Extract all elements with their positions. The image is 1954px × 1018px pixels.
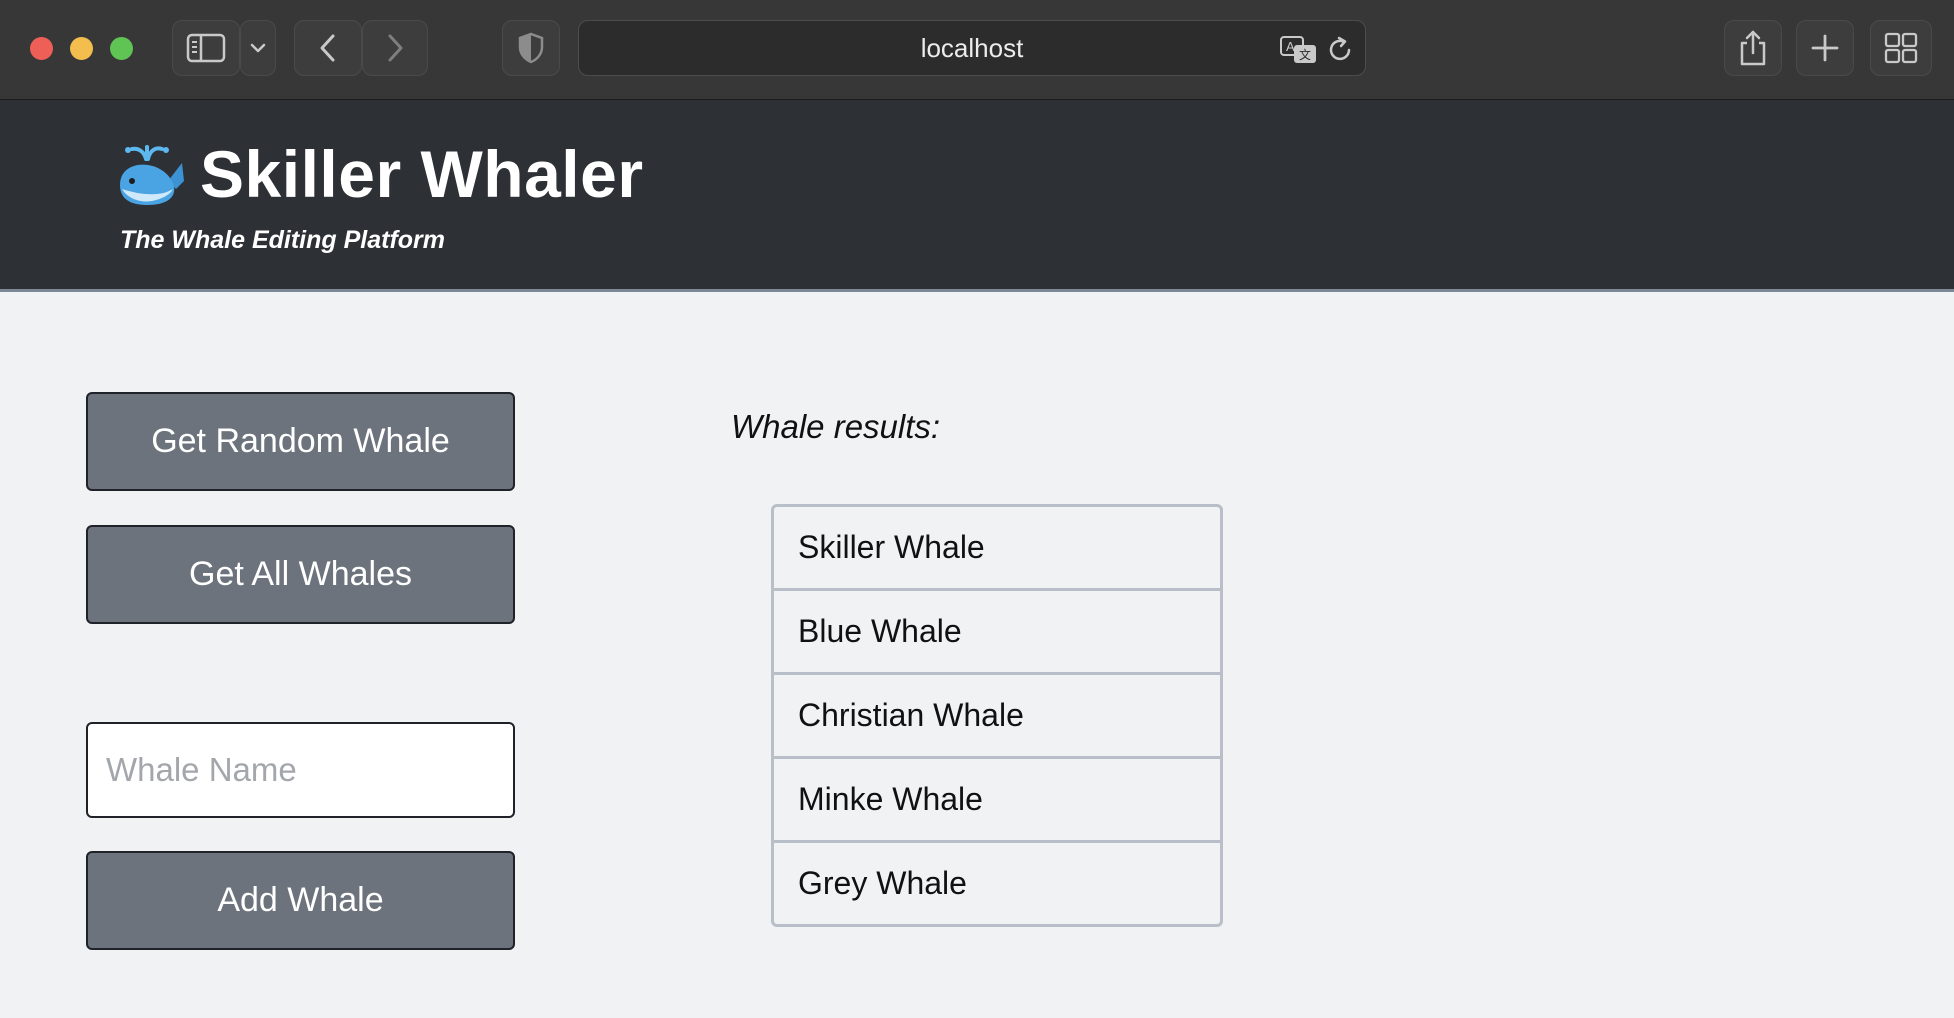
reload-icon[interactable]: [1327, 35, 1355, 65]
close-window-button[interactable]: [30, 37, 53, 60]
list-item: Blue Whale: [774, 588, 1220, 672]
shield-icon: [518, 32, 544, 64]
address-text: localhost: [920, 32, 1024, 63]
whale-results-list: Skiller Whale Blue Whale Christian Whale…: [771, 504, 1223, 927]
chevron-down-icon: [250, 43, 266, 53]
svg-text:A: A: [1286, 39, 1295, 54]
results-heading: Whale results:: [731, 408, 941, 445]
sidebar-icon: [186, 33, 226, 63]
sidebar-toggle-button[interactable]: [172, 20, 240, 76]
privacy-report-button[interactable]: [502, 20, 560, 76]
share-icon: [1740, 30, 1766, 66]
brand: Skiller Whaler: [116, 136, 644, 212]
tab-overview-button[interactable]: [1870, 20, 1932, 76]
add-whale-button[interactable]: Add Whale: [86, 851, 515, 950]
plus-icon: [1811, 34, 1839, 62]
list-item: Christian Whale: [774, 672, 1220, 756]
app-header: Skiller Whaler The Whale Editing Platfor…: [0, 100, 1954, 292]
address-bar[interactable]: localhost A 文: [578, 20, 1366, 76]
forward-button[interactable]: [362, 20, 428, 76]
whale-name-input[interactable]: [86, 722, 515, 818]
zoom-window-button[interactable]: [110, 37, 133, 60]
whale-emoji-icon: [120, 145, 184, 205]
chevron-left-icon: [320, 34, 335, 62]
get-all-whales-button[interactable]: Get All Whales: [86, 525, 515, 624]
list-item: Skiller Whale: [798, 529, 985, 565]
chevron-right-icon: [388, 34, 403, 62]
list-item: Minke Whale: [774, 756, 1220, 840]
translate-icon[interactable]: A 文: [1279, 35, 1319, 65]
share-button[interactable]: [1724, 20, 1782, 76]
sidebar-menu-button[interactable]: [240, 20, 276, 76]
new-tab-button[interactable]: [1796, 20, 1854, 76]
svg-text:文: 文: [1299, 47, 1311, 62]
app-title: Skiller Whaler: [200, 137, 644, 211]
back-button[interactable]: [294, 20, 362, 76]
app-subtitle: The Whale Editing Platform: [120, 226, 446, 254]
get-random-whale-button[interactable]: Get Random Whale: [86, 392, 515, 491]
list-item: Grey Whale: [774, 840, 1220, 924]
grid-icon: [1884, 32, 1918, 64]
browser-toolbar: localhost A 文: [0, 0, 1954, 100]
minimize-window-button[interactable]: [70, 37, 93, 60]
